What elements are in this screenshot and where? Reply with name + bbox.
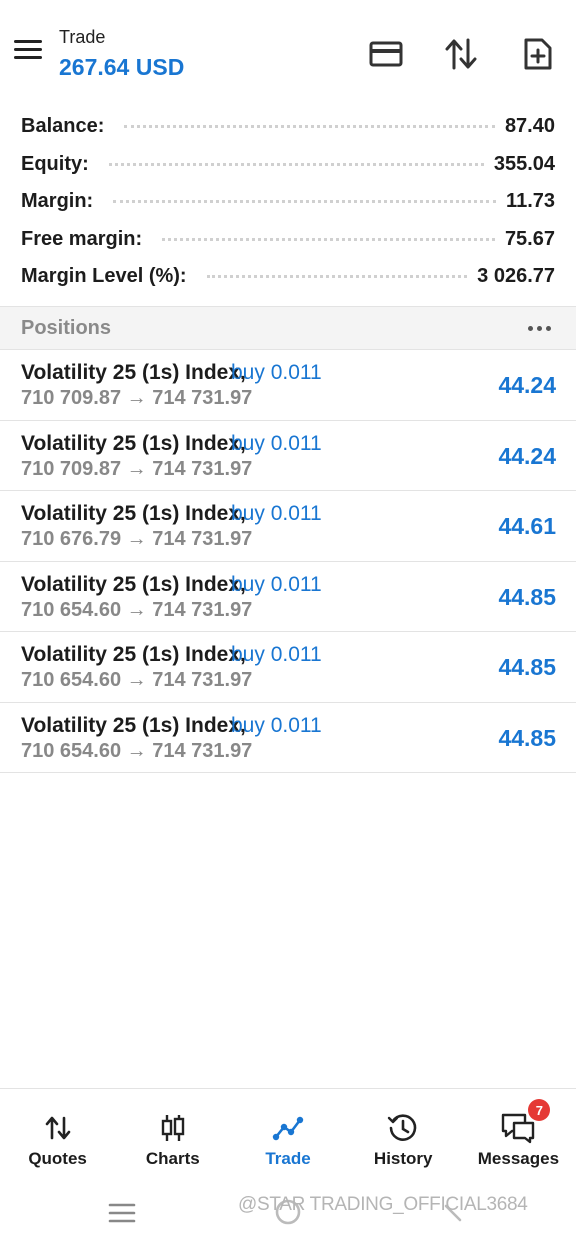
summary-row-balance: Balance: 87.40: [0, 108, 576, 146]
trade-icon: [272, 1111, 304, 1145]
summary-value: 3 026.77: [477, 265, 555, 288]
tab-label: Charts: [145, 1149, 200, 1168]
tab-label: Quotes: [28, 1149, 87, 1168]
tab-label: Messages: [477, 1149, 560, 1168]
position-row[interactable]: Volatility 25 (1s) Index, buy 0.011 710 …: [0, 421, 576, 491]
summary-value: 75.67: [504, 227, 555, 250]
position-direction: buy 0.011: [231, 431, 322, 455]
position-prices: 710 709.87 → 714 731.97: [21, 457, 253, 480]
tab-label: History: [373, 1149, 433, 1168]
position-profit: 44.85: [498, 654, 556, 680]
position-direction: buy 0.011: [231, 502, 322, 525]
position-prices: 710 709.87 → 714 731.97: [21, 387, 253, 409]
top-app-bar: Trade 267.64 USD: [0, 0, 576, 104]
profit-total: 267.64 USD: [59, 54, 185, 80]
summary-label: Equity:: [21, 152, 99, 176]
position-direction: buy 0.011: [231, 643, 322, 666]
position-prices: 710 654.60 → 714 731.97: [21, 669, 253, 691]
position-profit: 44.24: [498, 442, 556, 469]
summary-value: 355.04: [493, 152, 555, 175]
sort-icon[interactable]: [441, 34, 481, 74]
position-row[interactable]: Volatility 25 (1s) Index, buy 0.011 710 …: [0, 632, 576, 703]
recents-icon[interactable]: [108, 1202, 136, 1229]
title-block: Trade 267.64 USD: [59, 26, 184, 82]
position-profit: 44.85: [498, 724, 556, 751]
position-direction: buy 0.011: [231, 361, 322, 384]
position-symbol: Volatility 25 (1s) Index,: [21, 431, 246, 455]
position-symbol: Volatility 25 (1s) Index,: [21, 572, 246, 596]
position-direction: buy 0.011: [231, 713, 322, 737]
summary-label: Balance:: [21, 115, 115, 139]
position-symbol: Volatility 25 (1s) Index,: [21, 502, 246, 525]
summary-row-margin-level: Margin Level (%): 3 026.77: [0, 258, 576, 296]
summary-label: Free margin:: [21, 227, 153, 251]
tab-trade[interactable]: Trade: [230, 1089, 345, 1178]
tab-label: Trade: [265, 1149, 311, 1168]
dotted-leader: [113, 200, 497, 204]
position-prices: 710 654.60 → 714 731.97: [21, 598, 253, 621]
summary-row-free-margin: Free margin: 75.67: [0, 221, 576, 259]
dotted-leader: [124, 125, 495, 129]
positions-title: Positions: [21, 316, 112, 339]
hamburger-menu-icon[interactable]: [14, 40, 44, 64]
unread-badge: 7: [528, 1099, 551, 1121]
tab-charts[interactable]: Charts: [115, 1089, 230, 1178]
position-row[interactable]: Volatility 25 (1s) Index, buy 0.011 710 …: [0, 350, 576, 421]
quotes-icon: [45, 1111, 71, 1145]
summary-row-margin: Margin: 11.73: [0, 183, 576, 221]
position-prices: 710 654.60 → 714 731.97: [21, 739, 253, 762]
history-icon: [387, 1111, 419, 1145]
position-symbol: Volatility 25 (1s) Index,: [21, 713, 246, 737]
positions-section-header: Positions: [0, 306, 576, 350]
position-profit: 44.24: [498, 372, 556, 398]
position-profit: 44.85: [498, 583, 556, 610]
card-icon[interactable]: [366, 34, 406, 74]
charts-icon: [160, 1111, 186, 1145]
tab-quotes[interactable]: Quotes: [0, 1089, 115, 1178]
position-direction: buy 0.011: [231, 572, 322, 596]
more-options-icon[interactable]: [524, 322, 555, 335]
dotted-leader: [108, 162, 484, 166]
positions-list: Volatility 25 (1s) Index, buy 0.011 710 …: [0, 350, 576, 773]
position-prices: 710 676.79 → 714 731.97: [21, 528, 253, 550]
summary-label: Margin:: [21, 190, 104, 214]
summary-label: Margin Level (%):: [21, 265, 197, 289]
watermark-text: @STAR TRADING_OFFICIAL3684: [238, 1194, 528, 1215]
tab-history[interactable]: History: [346, 1089, 461, 1178]
position-profit: 44.61: [498, 513, 556, 539]
position-row[interactable]: Volatility 25 (1s) Index, buy 0.011 710 …: [0, 491, 576, 562]
bottom-tab-bar: Quotes Charts Trade History 7 Messages: [0, 1088, 576, 1178]
summary-value: 87.40: [504, 115, 555, 138]
position-row[interactable]: Volatility 25 (1s) Index, buy 0.011 710 …: [0, 562, 576, 632]
summary-row-equity: Equity: 355.04: [0, 146, 576, 184]
summary-value: 11.73: [506, 190, 555, 213]
new-order-icon[interactable]: [518, 34, 558, 74]
account-summary: Balance: 87.40 Equity: 355.04 Margin: 11…: [0, 108, 576, 296]
tab-messages[interactable]: 7 Messages: [461, 1089, 576, 1178]
position-symbol: Volatility 25 (1s) Index,: [21, 643, 246, 666]
dotted-leader: [206, 275, 468, 279]
position-row[interactable]: Volatility 25 (1s) Index, buy 0.011 710 …: [0, 703, 576, 773]
messages-icon: 7: [500, 1099, 551, 1145]
page-title: Trade: [59, 27, 106, 47]
position-symbol: Volatility 25 (1s) Index,: [21, 361, 246, 384]
dotted-leader: [162, 237, 495, 241]
